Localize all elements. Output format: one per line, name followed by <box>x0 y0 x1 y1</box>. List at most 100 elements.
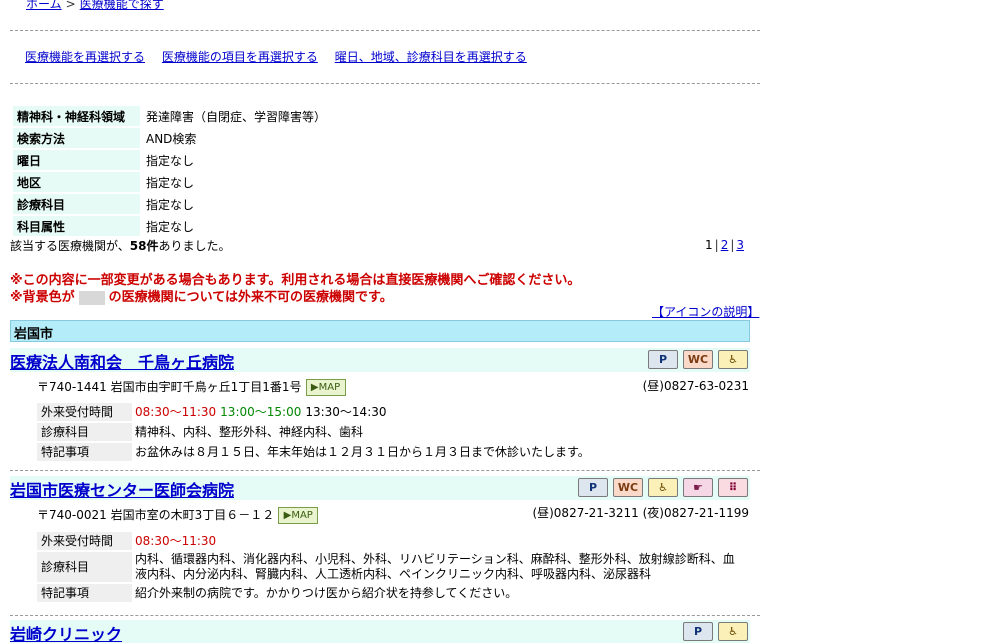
map-button[interactable]: ▶MAP <box>305 379 346 396</box>
hours-afternoon: 13:00～15:00 <box>220 404 302 419</box>
detail-key: 外来受付時間 <box>37 403 132 421</box>
pagination: 1 | 2 | 3 <box>705 238 744 252</box>
clinic-address: 〒740-1441 岩国市由宇町千鳥ヶ丘1丁目1番1号 ▶MAP <box>37 378 346 396</box>
search-conditions-table: 精神科・神経科領域 発達障害（自閉症、学習障害等） 検索方法 AND検索 曜日 指定な… <box>13 104 330 238</box>
breadcrumb: ホーム > 医療機能で探す <box>26 0 164 11</box>
detail-key: 特記事項 <box>37 443 132 461</box>
page-separator: | <box>730 238 735 252</box>
detail-value-departments: 精神科、内科、整形外科、神経内科、歯科 <box>135 424 364 439</box>
notice-background-suffix: の医療機関については外来不可の医療機関です。 <box>108 290 393 305</box>
condition-key: 検索方法 <box>13 128 140 148</box>
result-count: 該当する医療機関が、58件ありました。 <box>10 237 230 254</box>
result-count-prefix: 該当する医療機関が、 <box>10 239 130 253</box>
clinic-detail-table: 外来受付時間 08:30～11:30 診療科目 内科、循環器内科、消化器内科、小… <box>37 530 742 604</box>
clinic-phone: (昼)0827-21-3211 (夜)0827-21-1199 <box>532 506 749 520</box>
facility-icons: P WC ♿ ☛ ⠿ <box>578 478 748 497</box>
detail-row: 外来受付時間 08:30～11:30 <box>37 532 742 550</box>
detail-row: 外来受付時間 08:30～11:30 13:00～15:00 13:30～14:30 <box>37 403 742 421</box>
hours-other: 13:30～14:30 <box>305 404 387 419</box>
condition-row: 精神科・神経科領域 発達障害（自閉症、学習障害等） <box>13 106 330 126</box>
clinic-address: 〒740-0021 岩国市室の木町3丁目６－１２ ▶MAP <box>37 506 319 524</box>
condition-key: 診療科目 <box>13 194 140 214</box>
condition-row: 地区 指定なし <box>13 172 330 192</box>
breadcrumb-current-link[interactable]: 医療機能で探す <box>80 0 164 11</box>
condition-row: 検索方法 AND検索 <box>13 128 330 148</box>
page-2-link[interactable]: 2 <box>721 238 729 252</box>
reselect-function-items-link[interactable]: 医療機能の項目を再選択する <box>162 50 318 64</box>
result-count-number: 58件 <box>129 239 159 253</box>
reselect-links: 医療機能を再選択する 医療機能の項目を再選択する 曜日、地域、診療科目を再選択す… <box>25 48 540 65</box>
clinic-header: 岩崎クリニック P ♿ <box>10 620 750 643</box>
detail-row: 診療科目 精神科、内科、整形外科、神経内科、歯科 <box>37 423 742 441</box>
clinic-header: 岩国市医療センター医師会病院 P WC ♿ ☛ ⠿ <box>10 476 750 500</box>
wheelchair-icon[interactable]: ♿ <box>718 350 748 369</box>
wheelchair-icon[interactable]: ♿ <box>648 478 678 497</box>
detail-value-hours: 08:30～11:30 <box>132 532 742 550</box>
condition-value: 指定なし <box>146 219 195 234</box>
notice-background-prefix: ※背景色が <box>10 290 75 305</box>
clinic-name-link[interactable]: 岩国市医療センター医師会病院 <box>10 477 234 501</box>
condition-key: 精神科・神経科領域 <box>13 106 140 126</box>
clinic-address-text: 〒740-1441 岩国市由宇町千鳥ヶ丘1丁目1番1号 <box>37 380 302 394</box>
clinic-name-link[interactable]: 岩崎クリニック <box>10 621 122 643</box>
breadcrumb-home-link[interactable]: ホーム <box>26 0 62 11</box>
notice-background: ※背景色が の医療機関については外来不可の医療機関です。 <box>10 286 393 305</box>
detail-key: 診療科目 <box>37 552 132 582</box>
divider <box>10 615 760 616</box>
accessible-toilet-icon[interactable]: WC <box>683 350 713 369</box>
detail-value-notes: お盆休みは８月１５日、年末年始は１２月３１日から１月３日まで休診いたします。 <box>135 444 590 459</box>
detail-row: 診療科目 内科、循環器内科、消化器内科、小児科、外科、リハビリテーション科、麻酔… <box>37 552 742 582</box>
divider <box>10 83 760 84</box>
reselect-day-area-dept-link[interactable]: 曜日、地域、診療科目を再選択する <box>335 50 527 64</box>
hours-morning: 08:30～11:30 <box>135 533 217 548</box>
page-separator: | <box>714 238 719 252</box>
clinic-address-text: 〒740-0021 岩国市室の木町3丁目６－１２ <box>37 508 275 522</box>
condition-value: AND検索 <box>146 131 197 146</box>
condition-value: 指定なし <box>146 175 195 190</box>
reselect-function-link[interactable]: 医療機能を再選択する <box>25 50 145 64</box>
condition-key: 地区 <box>13 172 140 192</box>
clinic-phone: (昼)0827-63-0231 <box>642 379 749 393</box>
condition-value: 指定なし <box>146 153 195 168</box>
clinic-detail-table: 外来受付時間 08:30～11:30 13:00～15:00 13:30～14:30… <box>37 401 742 463</box>
condition-key: 曜日 <box>13 150 140 170</box>
background-color-swatch <box>78 290 105 305</box>
divider <box>10 470 760 471</box>
detail-value-hours: 08:30～11:30 13:00～15:00 13:30～14:30 <box>132 403 742 421</box>
detail-key: 外来受付時間 <box>37 532 132 550</box>
map-button-label: MAP <box>291 510 313 521</box>
detail-value-notes: 紹介外来制の病院です。かかりつけ医から紹介状を持参してください。 <box>135 585 518 600</box>
map-button[interactable]: ▶MAP <box>278 507 319 524</box>
parking-icon[interactable]: P <box>578 478 608 497</box>
condition-value: 指定なし <box>146 197 195 212</box>
map-button-label: MAP <box>318 382 341 393</box>
page-3-link[interactable]: 3 <box>736 238 744 252</box>
parking-icon[interactable]: P <box>683 622 713 641</box>
detail-value-departments: 内科、循環器内科、消化器内科、小児科、外科、リハビリテーション科、麻酔科、整形外… <box>135 552 735 581</box>
braille-icon[interactable]: ⠿ <box>718 478 748 497</box>
condition-row: 診療科目 指定なし <box>13 194 330 214</box>
hand-icon[interactable]: ☛ <box>683 478 713 497</box>
condition-value: 発達障害（自閉症、学習障害等） <box>146 109 327 124</box>
condition-row: 科目属性 指定なし <box>13 216 330 236</box>
facility-icons: P WC ♿ <box>648 350 748 369</box>
page-current: 1 <box>705 238 713 252</box>
detail-row: 特記事項 お盆休みは８月１５日、年末年始は１２月３１日から１月３日まで休診いたし… <box>37 443 742 461</box>
breadcrumb-separator: > <box>65 0 76 11</box>
condition-row: 曜日 指定なし <box>13 150 330 170</box>
condition-key: 科目属性 <box>13 216 140 236</box>
result-count-suffix: ありました。 <box>158 239 231 253</box>
hours-morning: 08:30～11:30 <box>135 404 217 419</box>
region-header: 岩国市 <box>10 320 750 342</box>
wheelchair-icon[interactable]: ♿ <box>718 622 748 641</box>
detail-row: 特記事項 紹介外来制の病院です。かかりつけ医から紹介状を持参してください。 <box>37 584 742 602</box>
accessible-toilet-icon[interactable]: WC <box>613 478 643 497</box>
clinic-header: 医療法人南和会 千鳥ヶ丘病院 P WC ♿ <box>10 348 750 372</box>
icon-explanation-link[interactable]: 【アイコンの説明】 <box>652 303 759 320</box>
detail-key: 特記事項 <box>37 584 132 602</box>
parking-icon[interactable]: P <box>648 350 678 369</box>
facility-icons: P ♿ <box>683 622 748 641</box>
map-icon: ▶ <box>310 382 319 393</box>
clinic-name-link[interactable]: 医療法人南和会 千鳥ヶ丘病院 <box>10 349 234 373</box>
divider <box>10 30 760 31</box>
